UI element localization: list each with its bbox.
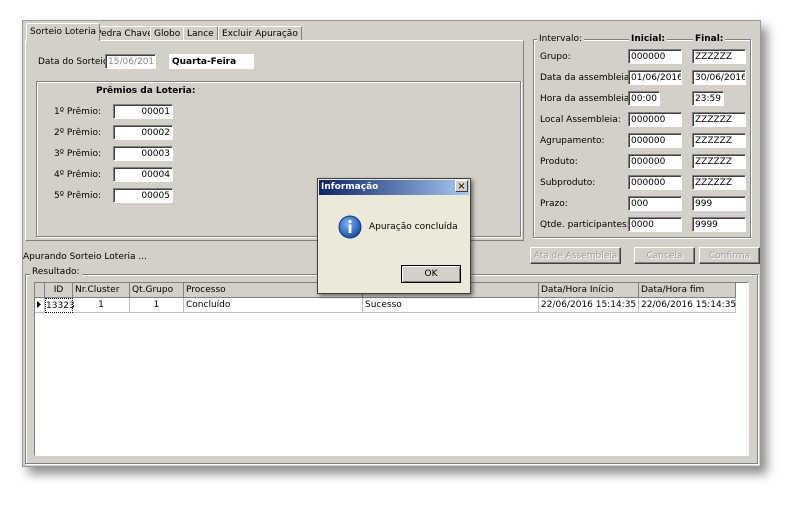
- row-indicator: [35, 298, 45, 313]
- premio-3-label: 3º Prêmio:: [54, 149, 101, 159]
- premio-2-field[interactable]: 00002: [113, 125, 173, 140]
- data-sorteio-label: Data do Sorteio:: [38, 57, 112, 67]
- local-assembleia-final-field[interactable]: ZZZZZZ: [692, 112, 746, 127]
- status-text: Apurando Sorteio Loteria ...: [23, 252, 148, 262]
- weekday-display: Quarta-Feira: [169, 54, 254, 69]
- premio-1-field[interactable]: 00001: [113, 104, 173, 119]
- confirma-button[interactable]: Confirma: [699, 247, 760, 264]
- cell-id[interactable]: 13323: [45, 298, 75, 313]
- subproduto-inicial-field[interactable]: 000000: [628, 175, 682, 190]
- intervalo-title: Intervalo:: [537, 34, 585, 44]
- premio-5-label: 5º Prêmio:: [54, 191, 101, 201]
- col-data-inicio-header[interactable]: Data/Hora Início: [539, 283, 639, 298]
- tab-excluir-apuracao[interactable]: Excluir Apuração: [218, 26, 302, 41]
- data-sorteio-field[interactable]: 15/06/2016: [105, 54, 156, 69]
- dialog-ok-button[interactable]: OK: [401, 265, 461, 283]
- grupo-label: Grupo:: [540, 52, 571, 62]
- data-assembleia-label: Data da assembleia:: [540, 73, 633, 83]
- cell-data-inicio[interactable]: 22/06/2016 15:14:35: [539, 298, 639, 313]
- subproduto-final-field[interactable]: ZZZZZZ: [692, 175, 746, 190]
- col-nr-cluster-header[interactable]: Nr.Cluster: [73, 283, 130, 298]
- data-assembleia-final-field[interactable]: 30/06/2016: [692, 70, 746, 85]
- qtde-participantes-inicial-field[interactable]: 0000: [628, 217, 682, 232]
- dialog-close-button[interactable]: ×: [455, 180, 468, 192]
- hora-assembleia-label: Hora da assembleia:: [540, 94, 633, 104]
- qtde-participantes-final-field[interactable]: 9999: [692, 217, 746, 232]
- tab-globo[interactable]: Globo: [150, 26, 185, 41]
- dialog-title: Informação: [319, 180, 469, 195]
- subproduto-label: Subproduto:: [540, 178, 596, 188]
- produto-inicial-field[interactable]: 000000: [628, 154, 682, 169]
- col-id-header[interactable]: ID: [45, 283, 73, 298]
- hora-assembleia-final-field[interactable]: 23:59: [692, 91, 724, 106]
- premio-4-label: 4º Prêmio:: [54, 170, 101, 180]
- grupo-final-field[interactable]: ZZZZZZ: [692, 49, 746, 64]
- premio-4-field[interactable]: 00004: [113, 167, 173, 182]
- produto-final-field[interactable]: ZZZZZZ: [692, 154, 746, 169]
- inicial-header: Inicial:: [629, 34, 668, 44]
- cell-status[interactable]: Sucesso: [363, 298, 539, 313]
- cell-nr-cluster[interactable]: 1: [73, 298, 130, 313]
- cell-processo[interactable]: Concluído: [184, 298, 363, 313]
- qtde-participantes-label: Qtde. participantes:: [540, 220, 630, 230]
- resultado-table[interactable]: ID Nr.Cluster Qt.Grupo Processo Data/Hor…: [34, 282, 749, 456]
- agrupamento-inicial-field[interactable]: 000000: [628, 133, 682, 148]
- tab-pedra-chave[interactable]: Pedra Chave: [92, 26, 157, 41]
- info-icon: [338, 215, 362, 239]
- row-indicator-header: [35, 283, 45, 298]
- agrupamento-final-field[interactable]: ZZZZZZ: [692, 133, 746, 148]
- premio-2-label: 2º Prêmio:: [54, 128, 101, 138]
- cancela-button[interactable]: Cancela: [634, 247, 695, 264]
- row-pointer-icon: [37, 301, 41, 308]
- local-assembleia-label: Local Assembleia:: [540, 115, 621, 125]
- premios-title: Prêmios da Loteria:: [96, 86, 196, 96]
- cell-qt-grupo[interactable]: 1: [130, 298, 184, 313]
- ata-assembleia-button[interactable]: Ata de Assembleia: [530, 247, 621, 264]
- prazo-inicial-field[interactable]: 000: [628, 196, 682, 211]
- info-dialog: Informação × Apuração concluída OK: [317, 178, 471, 294]
- data-assembleia-inicial-field[interactable]: 01/06/2016: [628, 70, 682, 85]
- premio-1-label: 1º Prêmio:: [54, 107, 101, 117]
- hora-assembleia-inicial-field[interactable]: 00:00: [628, 91, 660, 106]
- produto-label: Produto:: [540, 157, 578, 167]
- grupo-inicial-field[interactable]: 000000: [628, 49, 682, 64]
- dialog-message: Apuração concluída: [369, 222, 458, 232]
- premio-3-field[interactable]: 00003: [113, 146, 173, 161]
- tab-lance[interactable]: Lance: [183, 26, 218, 41]
- agrupamento-label: Agrupamento:: [540, 136, 605, 146]
- cell-data-fim[interactable]: 22/06/2016 15:14:35: [639, 298, 736, 313]
- resultado-title: Resultado:: [30, 267, 82, 277]
- col-qt-grupo-header[interactable]: Qt.Grupo: [130, 283, 184, 298]
- premio-5-field[interactable]: 00005: [113, 188, 173, 203]
- tab-sorteio-loteria[interactable]: Sorteio Loteria: [26, 23, 100, 41]
- col-data-fim-header[interactable]: Data/Hora fim: [639, 283, 736, 298]
- local-assembleia-inicial-field[interactable]: 000000: [628, 112, 682, 127]
- prazo-final-field[interactable]: 999: [692, 196, 746, 211]
- final-header: Final:: [693, 34, 726, 44]
- prazo-label: Prazo:: [540, 199, 568, 209]
